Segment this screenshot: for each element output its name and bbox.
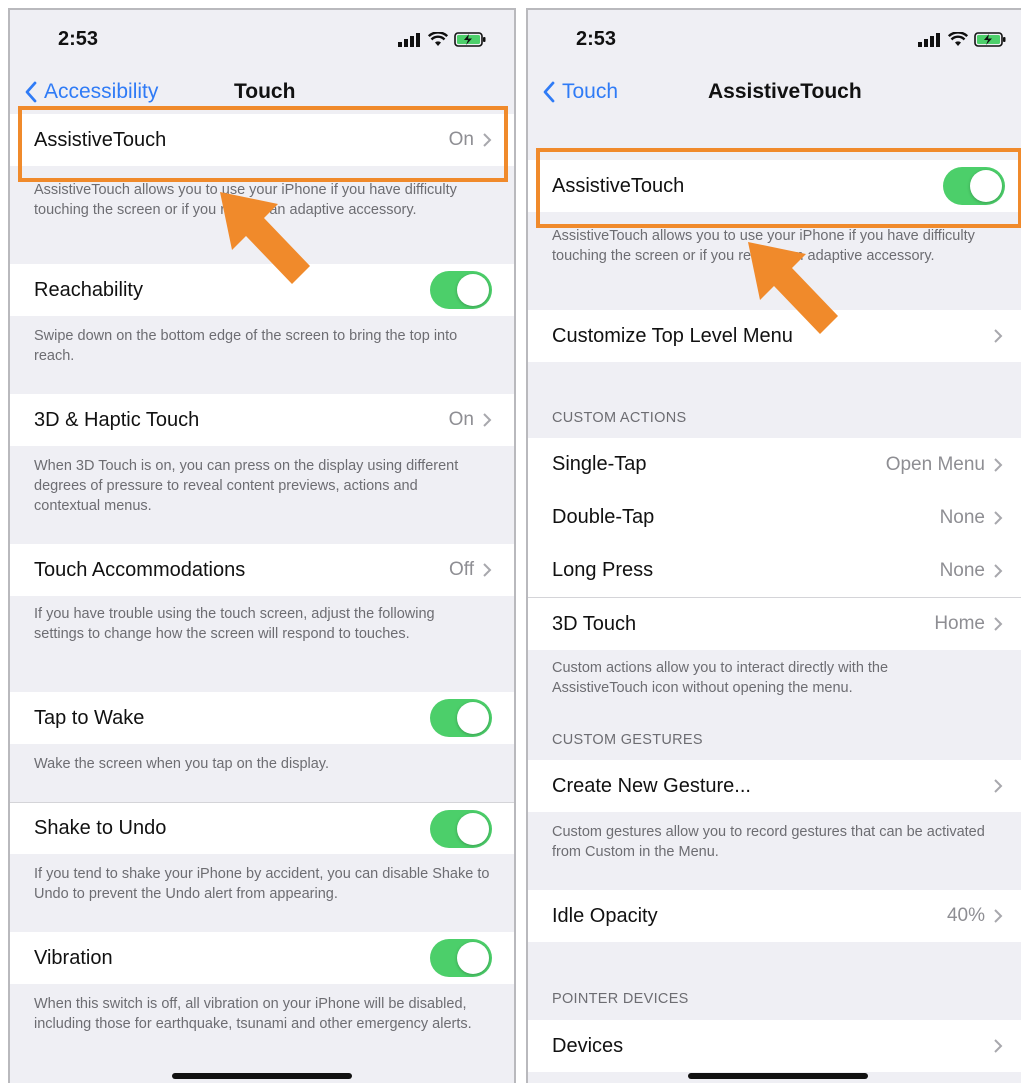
- chevron-right-icon: [994, 329, 1003, 343]
- chevron-right-icon: [483, 563, 492, 577]
- toggle-knob: [457, 942, 489, 974]
- home-indicator: [172, 1073, 352, 1079]
- navigation-bar: Touch AssistiveTouch: [528, 70, 1021, 118]
- row-value: None: [939, 559, 985, 581]
- custom-gestures-header: CUSTOM GESTURES: [552, 732, 703, 748]
- back-label: Touch: [562, 80, 619, 103]
- row-label: Double-Tap: [552, 506, 655, 528]
- long-press-row[interactable]: Long Press None: [528, 544, 1021, 597]
- toggle-knob: [457, 702, 489, 734]
- assistivetouch-settings-screen: 2:53 Touch AssistiveTouch AssistiveTouch…: [526, 8, 1021, 1083]
- haptic-touch-footer: When 3D Touch is on, you can press on th…: [34, 458, 459, 514]
- customize-top-level-menu-row[interactable]: Customize Top Level Menu: [528, 310, 1021, 362]
- toggle-knob: [970, 170, 1002, 202]
- signal-icon: [918, 32, 940, 47]
- row-value: Open Menu: [885, 453, 985, 475]
- row-value: None: [939, 506, 985, 528]
- chevron-right-icon: [994, 617, 1003, 631]
- custom-actions-footer: Custom actions allow you to interact dir…: [552, 660, 889, 696]
- reachability-row: Reachability: [10, 264, 514, 316]
- touch-settings-screen: 2:53 Accessibility Touch AssistiveTouch …: [8, 8, 516, 1083]
- reachability-footer: Swipe down on the bottom edge of the scr…: [34, 328, 458, 364]
- chevron-right-icon: [994, 909, 1003, 923]
- vibration-footer: When this switch is off, all vibration o…: [34, 996, 472, 1032]
- tap-to-wake-row: Tap to Wake: [10, 692, 514, 744]
- back-label: Accessibility: [44, 80, 159, 103]
- assistivetouch-row: AssistiveTouch: [528, 160, 1021, 212]
- row-label: 3D Touch: [552, 612, 637, 635]
- row-label: Single-Tap: [552, 453, 647, 475]
- chevron-right-icon: [483, 413, 492, 427]
- assistivetouch-footer: AssistiveTouch allows you to use your iP…: [34, 182, 457, 218]
- row-label: AssistiveTouch: [34, 128, 167, 151]
- assistivetouch-footer: AssistiveTouch allows you to use your iP…: [552, 228, 975, 264]
- chevron-right-icon: [994, 457, 1003, 472]
- vibration-row: Vibration: [10, 932, 514, 984]
- custom-actions-header: CUSTOM ACTIONS: [552, 410, 687, 426]
- shake-to-undo-footer: If you tend to shake your iPhone by acci…: [34, 866, 490, 902]
- custom-gestures-footer: Custom gestures allow you to record gest…: [552, 824, 985, 860]
- wifi-icon: [948, 32, 968, 46]
- row-label: Long Press: [552, 559, 654, 581]
- row-label: Shake to Undo: [34, 817, 167, 839]
- create-new-gesture-row[interactable]: Create New Gesture...: [528, 760, 1021, 812]
- vibration-toggle[interactable]: [430, 939, 492, 977]
- chevron-right-icon: [994, 563, 1003, 578]
- home-indicator: [688, 1073, 868, 1079]
- battery-charging-icon: [454, 32, 486, 47]
- chevron-right-icon: [483, 133, 492, 147]
- row-label: Tap to Wake: [34, 706, 145, 729]
- row-label: Idle Opacity: [552, 904, 658, 927]
- pointer-devices-header: POINTER DEVICES: [552, 991, 689, 1007]
- row-label: Customize Top Level Menu: [552, 324, 793, 347]
- tap-to-wake-toggle[interactable]: [430, 699, 492, 737]
- chevron-right-icon: [994, 1039, 1003, 1053]
- haptic-touch-row[interactable]: 3D & Haptic Touch On: [10, 394, 514, 446]
- idle-opacity-row[interactable]: Idle Opacity 40%: [528, 890, 1021, 942]
- toggle-knob: [457, 274, 489, 306]
- page-title: AssistiveTouch: [708, 80, 862, 103]
- row-value: On: [448, 409, 474, 430]
- toggle-knob: [457, 812, 489, 845]
- chevron-left-icon: [25, 81, 37, 103]
- row-value: Home: [934, 613, 985, 634]
- 3d-touch-row[interactable]: 3D Touch Home: [528, 597, 1021, 650]
- row-value: On: [448, 129, 474, 150]
- assistivetouch-toggle[interactable]: [943, 167, 1005, 205]
- page-title: Touch: [234, 80, 296, 103]
- battery-charging-icon: [974, 32, 1006, 47]
- row-label: Create New Gesture...: [552, 774, 751, 797]
- back-button[interactable]: Accessibility: [24, 80, 158, 104]
- shake-to-undo-toggle[interactable]: [430, 809, 492, 848]
- wifi-icon: [428, 32, 448, 46]
- assistivetouch-row[interactable]: AssistiveTouch On: [10, 114, 514, 166]
- row-label: Vibration: [34, 946, 113, 969]
- row-label: Reachability: [34, 278, 143, 301]
- shake-to-undo-row: Shake to Undo: [10, 802, 514, 854]
- chevron-left-icon: [543, 81, 555, 103]
- reachability-toggle[interactable]: [430, 271, 492, 309]
- row-label: Touch Accommodations: [34, 558, 246, 581]
- back-button[interactable]: Touch: [542, 80, 618, 104]
- touch-accommodations-row[interactable]: Touch Accommodations Off: [10, 544, 514, 596]
- status-bar: 2:53: [528, 10, 1021, 70]
- row-value: Off: [449, 559, 474, 580]
- navigation-bar: Accessibility Touch: [10, 70, 514, 118]
- chevron-right-icon: [994, 510, 1003, 525]
- status-time: 2:53: [58, 28, 99, 50]
- chevron-right-icon: [994, 779, 1003, 793]
- single-tap-row[interactable]: Single-Tap Open Menu: [528, 438, 1021, 491]
- devices-row[interactable]: Devices: [528, 1020, 1021, 1072]
- status-bar: 2:53: [10, 10, 514, 70]
- row-value: 40%: [946, 905, 985, 926]
- touch-accommodations-footer: If you have trouble using the touch scre…: [34, 606, 435, 642]
- status-time: 2:53: [576, 28, 617, 50]
- double-tap-row[interactable]: Double-Tap None: [528, 491, 1021, 544]
- signal-icon: [398, 32, 420, 47]
- row-label: 3D & Haptic Touch: [34, 408, 200, 431]
- tap-to-wake-footer: Wake the screen when you tap on the disp…: [34, 756, 330, 772]
- row-label: AssistiveTouch: [552, 174, 685, 197]
- row-label: Devices: [552, 1034, 624, 1057]
